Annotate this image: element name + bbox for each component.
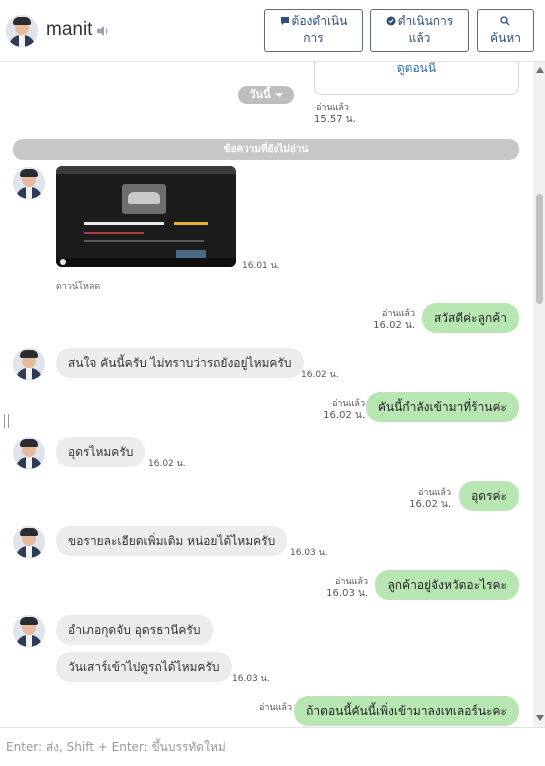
- message-bubble-out[interactable]: สวัสดีค่ะลูกค้า: [421, 303, 519, 333]
- message-time: 16.01 น.: [242, 261, 280, 271]
- read-label: อ่านแล้ว: [382, 309, 415, 319]
- avatar: [13, 526, 45, 558]
- read-label: อ่านแล้ว: [316, 103, 349, 113]
- read-label: อ่านแล้ว: [418, 488, 451, 498]
- todo-button[interactable]: ต้องดำเนิน การ: [264, 9, 363, 52]
- message-time: 16.03 น.: [232, 674, 270, 684]
- done-button-label-1: ดำเนินการ: [397, 14, 454, 28]
- product-card[interactable]: ดูตอนนี้: [314, 62, 519, 95]
- message-bubble-in[interactable]: อุดรไหมครับ: [56, 437, 146, 467]
- resize-handle[interactable]: [4, 414, 9, 428]
- speaker-icon[interactable]: [96, 25, 110, 37]
- message-bubble-out[interactable]: ลูกค้าอยู่จังหวัดอะไรคะ: [375, 570, 519, 600]
- avatar: [13, 167, 45, 199]
- date-selector[interactable]: วันนี้: [238, 86, 294, 104]
- scroll-up-icon[interactable]: [536, 67, 544, 73]
- view-now-link[interactable]: ดูตอนนี้: [315, 62, 518, 78]
- read-receipt: อ่านแล้ว 16.02 น.: [373, 308, 415, 332]
- date-label: วันนี้: [249, 88, 271, 101]
- unread-divider: ข้อความที่ยังไม่อ่าน: [13, 139, 519, 160]
- message-time: 16.03 น.: [290, 548, 328, 558]
- download-link[interactable]: ดาวน์โหลด: [56, 279, 100, 293]
- message-bubble-out[interactable]: คันนี้กำลังเข้ามาที่ร้านค่ะ: [365, 392, 519, 422]
- search-icon: [499, 16, 509, 26]
- image-attachment[interactable]: [56, 166, 236, 267]
- contact-name[interactable]: manit: [46, 19, 92, 41]
- avatar: [13, 437, 45, 469]
- search-button-label: ค้นหา: [490, 31, 521, 45]
- message-bubble-in[interactable]: วันเสาร์เข้าไปดูรถได้ไหมครับ: [56, 652, 232, 682]
- done-button-label-2: แล้ว: [408, 31, 431, 45]
- read-receipt: อ่านแล้ว 15.57 น.: [314, 102, 356, 126]
- scroll-down-icon[interactable]: [536, 715, 544, 721]
- message-time: 16.02 น.: [323, 410, 365, 421]
- todo-button-label-2: การ: [303, 31, 324, 45]
- message-time: 16.02 น.: [148, 459, 186, 469]
- message-composer: [0, 727, 545, 766]
- message-bubble-in[interactable]: ขอรายละเอียดเพิ่มเติม หน่อยได้ไหมครับ: [56, 526, 288, 556]
- chat-check-icon: [386, 16, 396, 26]
- message-time: 16.02 น.: [409, 499, 451, 510]
- read-label: อ่านแล้ว: [335, 577, 368, 587]
- message-input[interactable]: [0, 728, 545, 766]
- chat-bubble-icon: [280, 17, 289, 25]
- read-receipt: อ่านแล้ว 16.02 น.: [409, 487, 451, 511]
- message-bubble-out[interactable]: อุดรค่ะ: [459, 481, 519, 511]
- chat-scrollbar[interactable]: [533, 62, 545, 727]
- search-button[interactable]: ค้นหา: [477, 9, 534, 52]
- contact-avatar[interactable]: [6, 15, 38, 47]
- scroll-thumb[interactable]: [536, 194, 543, 304]
- message-time: 16.02 น.: [373, 320, 415, 331]
- message-bubble-in[interactable]: สนใจ คันนี้ครับ ไม่ทราบว่ารถยังอยู่ไหมคร…: [56, 348, 304, 378]
- done-button[interactable]: ดำเนินการ แล้ว: [370, 9, 469, 52]
- chat-messages[interactable]: ดูตอนนี้ วันนี้ อ่านแล้ว 15.57 น. ข้อควา…: [0, 62, 533, 727]
- chat-header: manit ต้องดำเนิน การ ดำเนินการ แล้ว ค้นห…: [0, 0, 545, 62]
- message-time: 15.57 น.: [314, 114, 356, 125]
- read-receipt: อ่านแล้ว: [259, 702, 292, 714]
- todo-button-label-1: ต้องดำเนิน: [291, 14, 348, 28]
- message-time: 16.02 น.: [301, 370, 339, 380]
- message-bubble-in[interactable]: อำเภอกุดจับ อุดรธานีครับ: [56, 615, 213, 645]
- message-bubble-out[interactable]: ถ้าตอนนี้คันนี้เพิ่งเข้ามาลงเทเลอร์นะคะ: [294, 696, 519, 726]
- read-label: อ่านแล้ว: [332, 399, 365, 409]
- message-time: 16.03 น.: [326, 588, 368, 599]
- avatar: [13, 615, 45, 647]
- chevron-down-icon: [274, 93, 283, 97]
- read-label: อ่านแล้ว: [259, 703, 292, 713]
- read-receipt: อ่านแล้ว 16.02 น.: [323, 398, 365, 422]
- read-receipt: อ่านแล้ว 16.03 น.: [326, 576, 368, 600]
- avatar: [13, 348, 45, 380]
